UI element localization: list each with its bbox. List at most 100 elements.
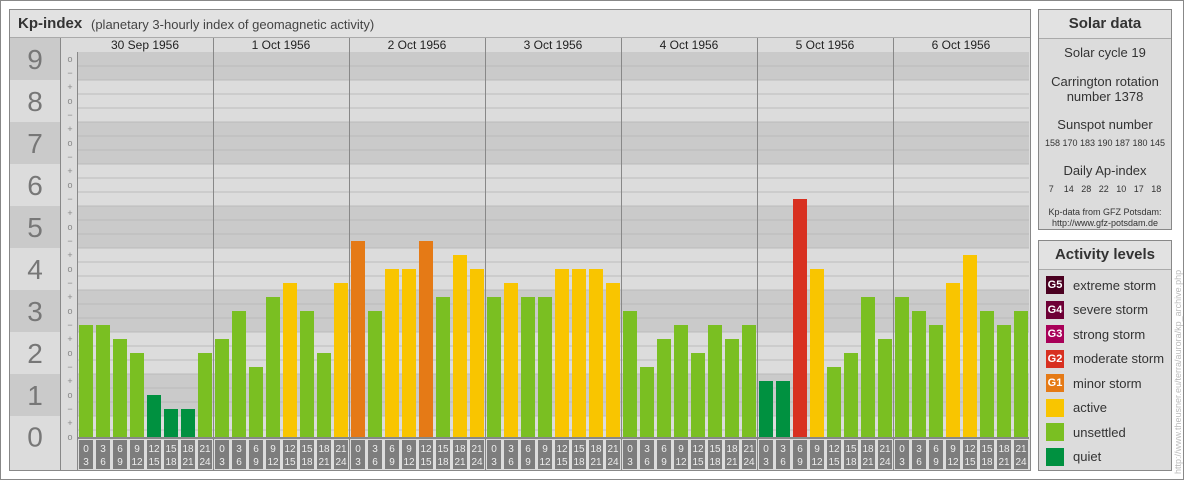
kp-bar — [623, 311, 637, 437]
third-marker: − — [67, 68, 72, 78]
third-marker: + — [67, 418, 72, 428]
kp-bar — [674, 325, 688, 437]
legend-swatch: G2 — [1046, 349, 1064, 368]
hour-end: 12 — [267, 457, 279, 468]
hour-end: 12 — [131, 457, 143, 468]
hour-end: 6 — [236, 457, 242, 468]
hour-start: 6 — [117, 444, 123, 455]
hour-start: 9 — [542, 444, 548, 455]
hour-start: 3 — [916, 444, 922, 455]
hour-start: 9 — [406, 444, 412, 455]
legend-label: severe storm — [1073, 302, 1149, 318]
hour-start: 18 — [862, 444, 874, 455]
day-label: 1 Oct 1956 — [252, 38, 311, 52]
hour-start: 6 — [253, 444, 259, 455]
y-tick-label: 2 — [27, 338, 43, 369]
kp-bar — [997, 325, 1011, 437]
hour-end: 18 — [573, 457, 585, 468]
hour-end: 24 — [743, 457, 755, 468]
hour-end: 18 — [845, 457, 857, 468]
hour-start: 18 — [454, 444, 466, 455]
hour-end: 15 — [420, 457, 432, 468]
hour-start: 3 — [508, 444, 514, 455]
kp-bar — [419, 241, 433, 437]
hour-start: 12 — [284, 444, 296, 455]
hour-end: 12 — [675, 457, 687, 468]
hour-end: 3 — [83, 457, 89, 468]
ap-label: Daily Ap-index — [1063, 163, 1147, 178]
day-label: 30 Sep 1956 — [111, 38, 179, 52]
hour-start: 21 — [879, 444, 891, 455]
kp-bar — [776, 381, 790, 437]
legend-item: G4 severe storm — [1039, 298, 1171, 323]
activity-levels-title: Activity levels — [1039, 241, 1171, 270]
hour-start: 3 — [236, 444, 242, 455]
legend-swatch: G1 — [1046, 374, 1064, 393]
hour-start: 0 — [763, 444, 769, 455]
hour-start: 3 — [372, 444, 378, 455]
hour-end: 15 — [148, 457, 160, 468]
hour-start: 6 — [797, 444, 803, 455]
kp-bar — [963, 255, 977, 437]
hour-end: 9 — [253, 457, 259, 468]
hour-start: 9 — [678, 444, 684, 455]
source-line1: Kp-data from GFZ Potsdam: — [1048, 207, 1162, 217]
kp-bar — [810, 269, 824, 437]
hour-start: 18 — [182, 444, 194, 455]
hour-start: 9 — [950, 444, 956, 455]
hour-start: 0 — [899, 444, 905, 455]
band — [77, 80, 1029, 122]
kp-bar — [691, 353, 705, 437]
legend-label: moderate storm — [1073, 351, 1165, 367]
hour-end: 12 — [811, 457, 823, 468]
hour-end: 6 — [508, 457, 514, 468]
third-marker: + — [67, 250, 72, 260]
third-marker: o — [67, 54, 72, 64]
third-marker: o — [67, 222, 72, 232]
hour-start: 21 — [471, 444, 483, 455]
hour-end: 15 — [692, 457, 704, 468]
kp-bar — [198, 353, 212, 437]
kp-bar — [368, 311, 382, 437]
kp-bar — [232, 311, 246, 437]
hour-start: 9 — [134, 444, 140, 455]
kp-bar — [861, 297, 875, 437]
solar-cycle: Solar cycle 19 — [1064, 45, 1146, 60]
hour-end: 21 — [182, 457, 194, 468]
hour-end: 3 — [627, 457, 633, 468]
y-tick-label: 7 — [27, 128, 43, 159]
legend-label: unsettled — [1073, 424, 1126, 440]
kp-bar — [725, 339, 739, 437]
third-marker: o — [67, 96, 72, 106]
carrington-line1: Carrington rotation — [1051, 74, 1159, 89]
legend-item: unsettled — [1039, 420, 1171, 445]
hour-end: 18 — [981, 457, 993, 468]
hour-start: 15 — [165, 444, 177, 455]
legend-swatch: G5 — [1046, 276, 1064, 295]
kp-bar — [555, 269, 569, 437]
kp-bar — [895, 297, 909, 437]
legend-label: strong storm — [1073, 326, 1146, 342]
third-marker: − — [67, 320, 72, 330]
watermark-url: http://www.theusner.eu/terra/aurora/kp_a… — [1173, 269, 1183, 474]
hour-start: 21 — [199, 444, 211, 455]
kp-bar — [827, 367, 841, 437]
hour-end: 15 — [964, 457, 976, 468]
kp-bar — [504, 283, 518, 437]
hour-end: 21 — [726, 457, 738, 468]
kp-bar — [657, 339, 671, 437]
kp-bar — [300, 311, 314, 437]
third-marker: + — [67, 292, 72, 302]
hour-start: 0 — [83, 444, 89, 455]
hour-end: 12 — [947, 457, 959, 468]
hour-start: 9 — [814, 444, 820, 455]
kp-bar — [249, 367, 263, 437]
kp-bar — [912, 311, 926, 437]
third-marker: o — [67, 138, 72, 148]
y-tick-label: 8 — [27, 86, 43, 117]
kp-bar-chart: 0123456789o+−o+−o+−o+−o+−o+−o+−o+−o+−o30… — [10, 38, 1029, 470]
legend-swatch: G3 — [1046, 325, 1064, 344]
hour-end: 24 — [471, 457, 483, 468]
hour-end: 15 — [284, 457, 296, 468]
kp-bar — [436, 297, 450, 437]
